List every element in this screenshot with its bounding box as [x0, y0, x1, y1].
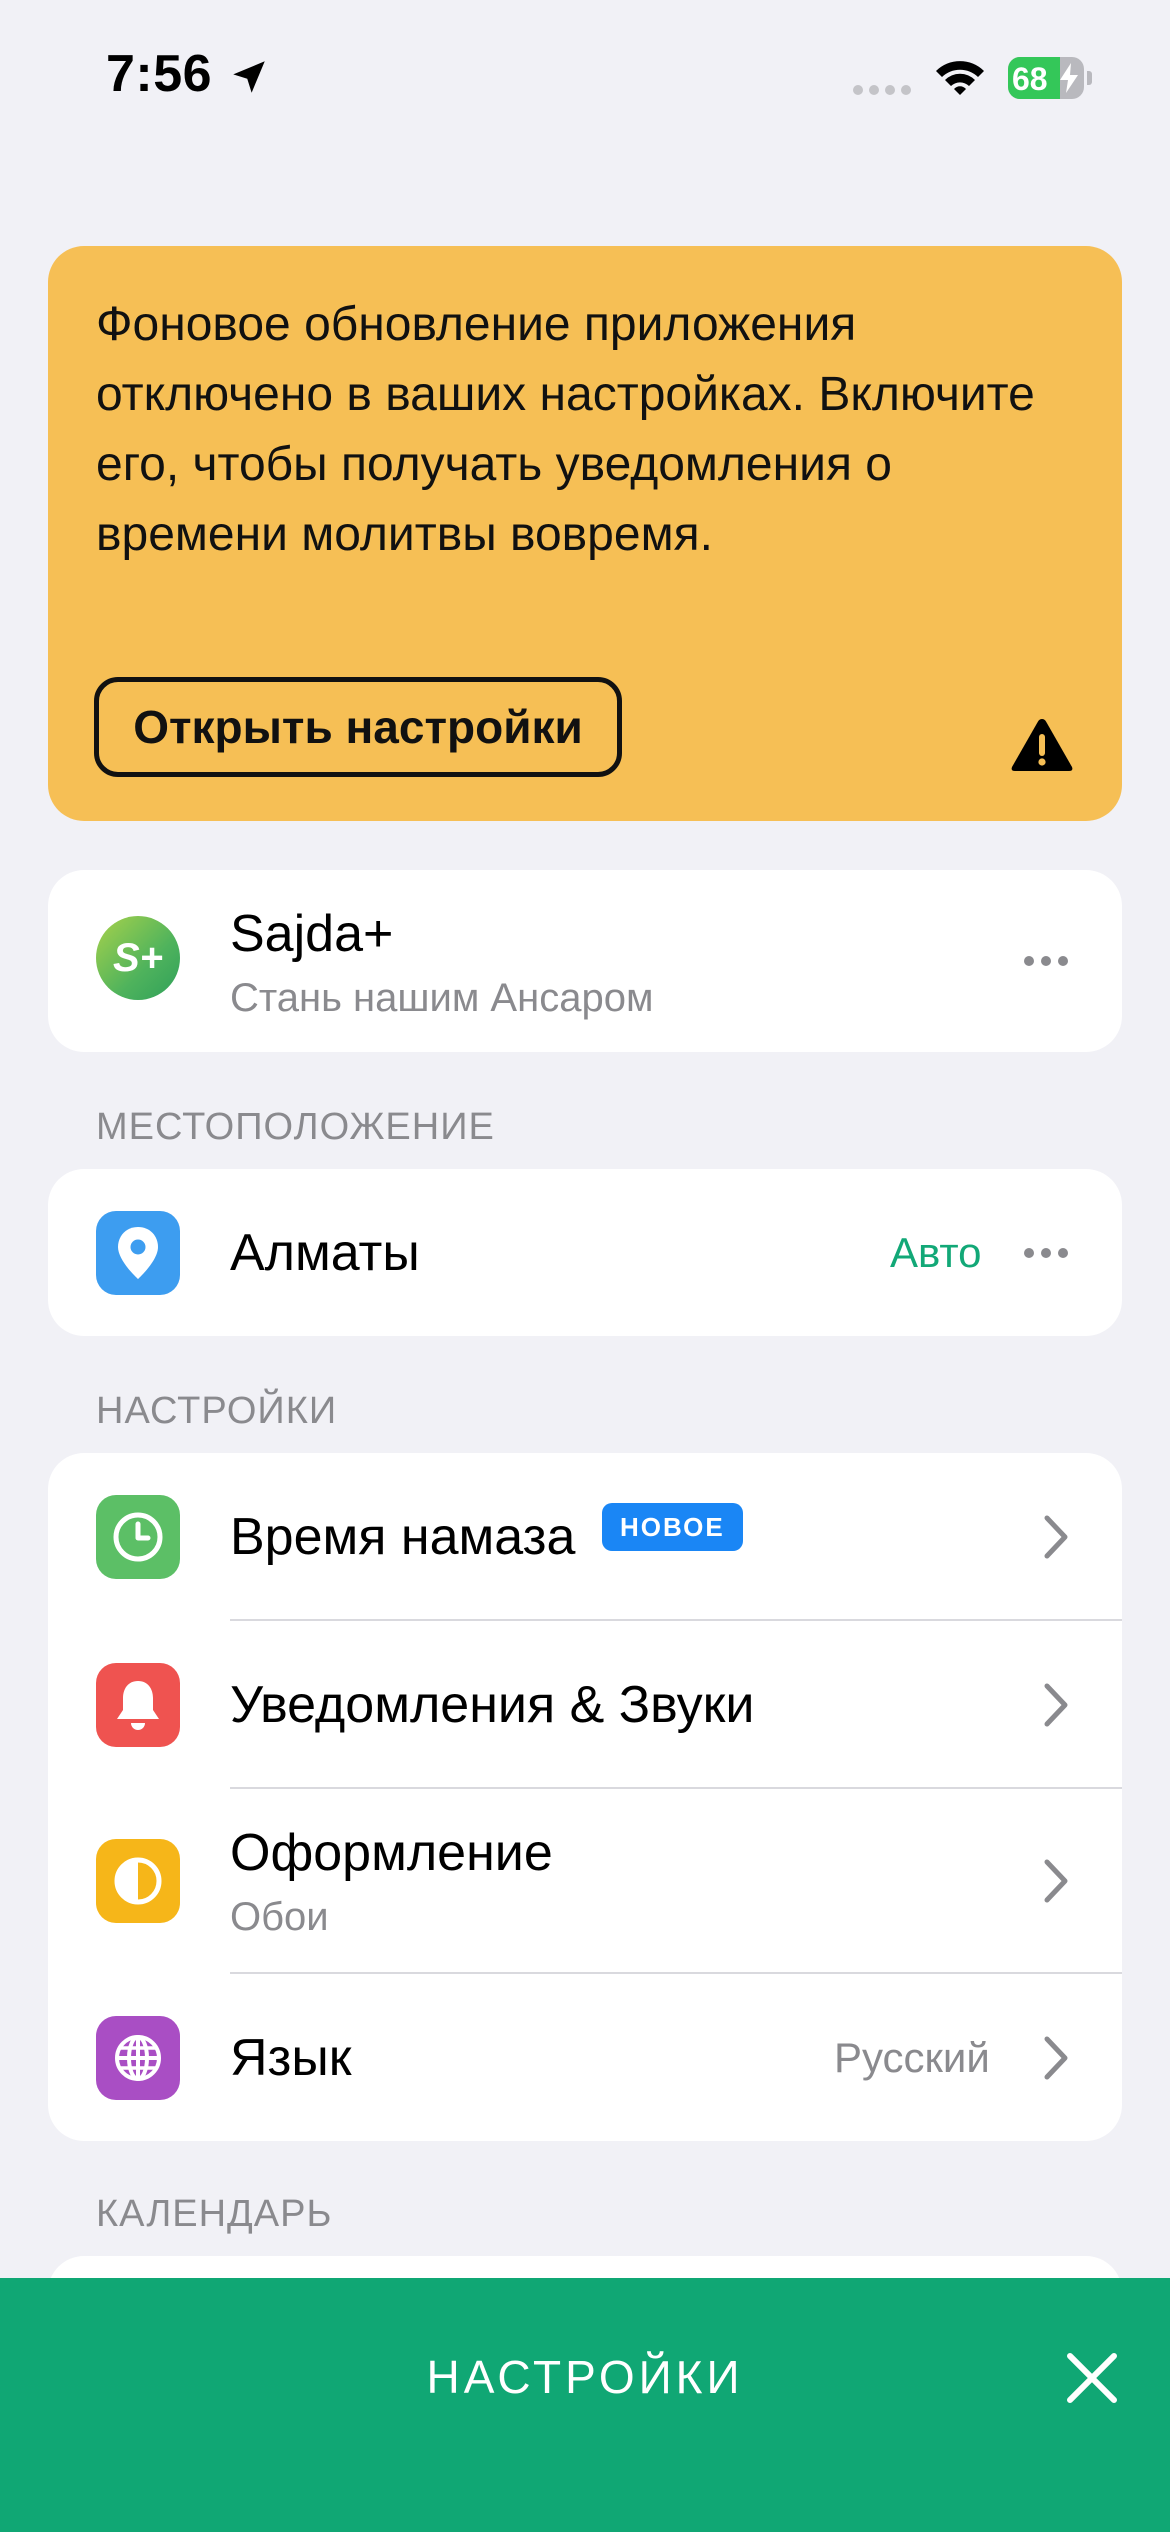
warning-icon [1011, 719, 1073, 771]
location-section-header: МЕСТОПОЛОЖЕНИЕ [96, 1106, 495, 1148]
sajda-plus-subtitle: Стань нашим Ансаром [230, 976, 654, 1020]
bell-icon [96, 1663, 180, 1747]
charging-bolt-icon [1060, 63, 1078, 93]
settings-item-label: Уведомления & Звуки [230, 1676, 755, 1734]
settings-item-language[interactable]: Язык Русский [48, 1974, 1122, 2141]
settings-item-notifications[interactable]: Уведомления & Звуки [48, 1621, 1122, 1788]
settings-card: Время намаза НОВОЕ Уведомления & Звуки О… [48, 1453, 1122, 2141]
bottom-bar-title: НАСТРОЙКИ [426, 2351, 744, 2403]
close-icon [1067, 2353, 1117, 2403]
language-value: Русский [834, 2034, 990, 2081]
battery-indicator: 68 [1008, 57, 1092, 99]
background-refresh-warning: Фоновое обновление приложения отключено … [48, 246, 1122, 821]
location-more-icon[interactable] [1022, 1246, 1070, 1260]
location-card[interactable]: Алматы Авто [48, 1169, 1122, 1336]
chevron-right-icon [1044, 2036, 1068, 2080]
wifi-icon [936, 61, 984, 95]
calendar-section-header: КАЛЕНДАРЬ [96, 2193, 333, 2235]
cellular-signal-icon [853, 85, 911, 95]
open-settings-button[interactable]: Открыть настройки [94, 677, 622, 777]
sajda-plus-title: Sajda+ [230, 905, 394, 963]
settings-item-prayer-time[interactable]: Время намаза НОВОЕ [48, 1453, 1122, 1620]
settings-item-label: Время намаза [230, 1508, 576, 1566]
globe-icon [96, 2016, 180, 2100]
chevron-right-icon [1044, 1515, 1068, 1559]
status-time: 7:56 [106, 45, 213, 103]
close-button[interactable] [1056, 2342, 1128, 2414]
appearance-icon [96, 1839, 180, 1923]
settings-item-label: Оформление [230, 1824, 553, 1882]
clock-icon [96, 1495, 180, 1579]
chevron-right-icon [1044, 1859, 1068, 1903]
settings-item-appearance[interactable]: Оформление Обои [48, 1789, 1122, 1973]
location-mode: Авто [890, 1229, 982, 1276]
location-city: Алматы [230, 1224, 420, 1282]
status-bar: 7:56 68 [0, 0, 1170, 150]
sajda-plus-card[interactable]: S+ Sajda+ Стань нашим Ансаром [48, 870, 1122, 1052]
sajda-plus-logo: S+ [96, 916, 180, 1000]
settings-item-subtitle: Обои [230, 1895, 329, 1939]
warning-message: Фоновое обновление приложения отключено … [96, 298, 1035, 561]
chevron-right-icon [1044, 1683, 1068, 1727]
settings-section-header: НАСТРОЙКИ [96, 1390, 338, 1432]
more-icon[interactable] [1022, 954, 1070, 968]
location-arrow-icon [233, 61, 265, 93]
bottom-bar: НАСТРОЙКИ [0, 2278, 1170, 2532]
battery-percent: 68 [1012, 61, 1048, 97]
settings-item-label: Язык [230, 2029, 352, 2087]
location-pin-icon [96, 1211, 180, 1295]
new-badge: НОВОЕ [602, 1503, 743, 1551]
